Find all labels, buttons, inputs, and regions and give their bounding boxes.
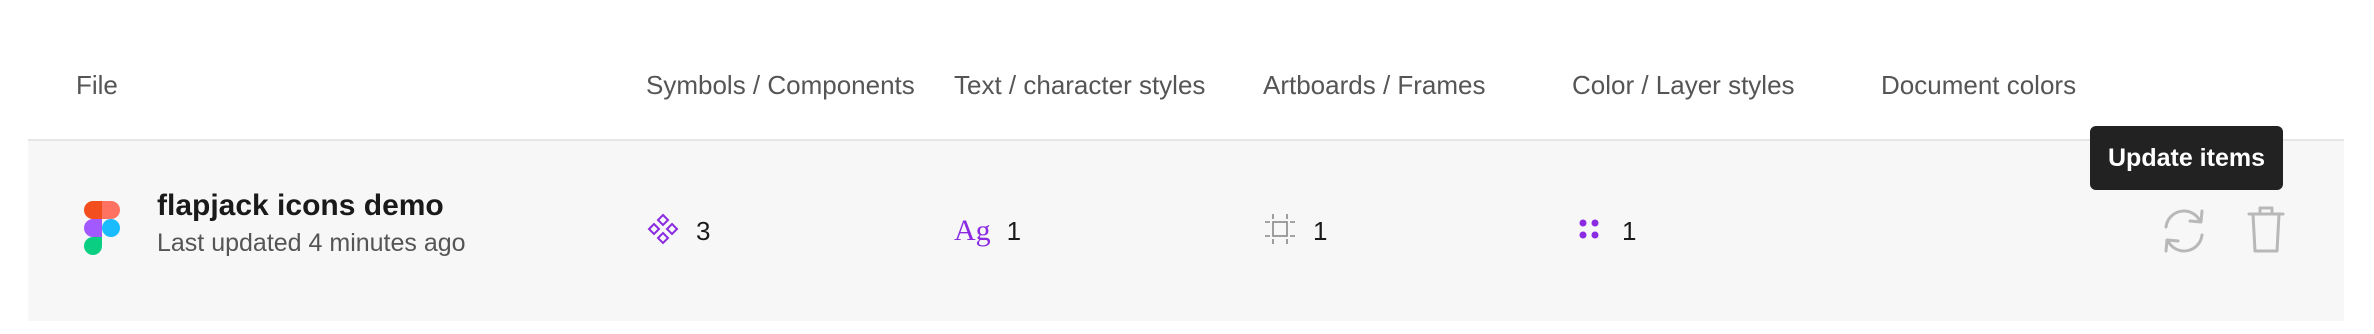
frame-icon bbox=[1263, 212, 1297, 251]
artboards-count: 1 bbox=[1313, 215, 1328, 246]
table-header: File Symbols / Components Text / charact… bbox=[0, 0, 2374, 140]
layer-styles-cell: 1 bbox=[1572, 211, 1636, 251]
text-styles-count: 1 bbox=[1006, 215, 1022, 246]
update-items-tooltip: Update items bbox=[2090, 126, 2283, 190]
column-header-file: File bbox=[76, 70, 118, 100]
refresh-icon[interactable] bbox=[2158, 205, 2210, 262]
column-header-artboards: Artboards / Frames bbox=[1263, 70, 1486, 100]
artboards-cell: 1 bbox=[1263, 211, 1327, 251]
library-table: File Symbols / Components Text / charact… bbox=[0, 0, 2374, 334]
column-header-symbols: Symbols / Components bbox=[646, 70, 915, 100]
table-row[interactable]: flapjack icons demo Last updated 4 minut… bbox=[28, 141, 2344, 321]
file-name[interactable]: flapjack icons demo bbox=[157, 189, 444, 223]
text-style-icon: Ag bbox=[954, 214, 991, 247]
text-styles-cell: Ag 1 bbox=[954, 211, 1021, 251]
components-icon bbox=[646, 212, 680, 251]
tooltip-text: Update items bbox=[2108, 143, 2265, 172]
file-last-updated: Last updated 4 minutes ago bbox=[157, 229, 466, 257]
symbols-cell: 3 bbox=[646, 211, 710, 251]
column-header-document-colors: Document colors bbox=[1881, 70, 2077, 100]
symbols-count: 3 bbox=[696, 215, 711, 246]
column-header-layer-styles: Color / Layer styles bbox=[1572, 70, 1795, 100]
layer-styles-count: 1 bbox=[1622, 215, 1637, 246]
figma-logo-icon bbox=[84, 201, 120, 255]
layer-styles-icon bbox=[1572, 212, 1606, 251]
column-header-text-styles: Text / character styles bbox=[954, 70, 1206, 100]
trash-icon[interactable] bbox=[2246, 203, 2286, 260]
